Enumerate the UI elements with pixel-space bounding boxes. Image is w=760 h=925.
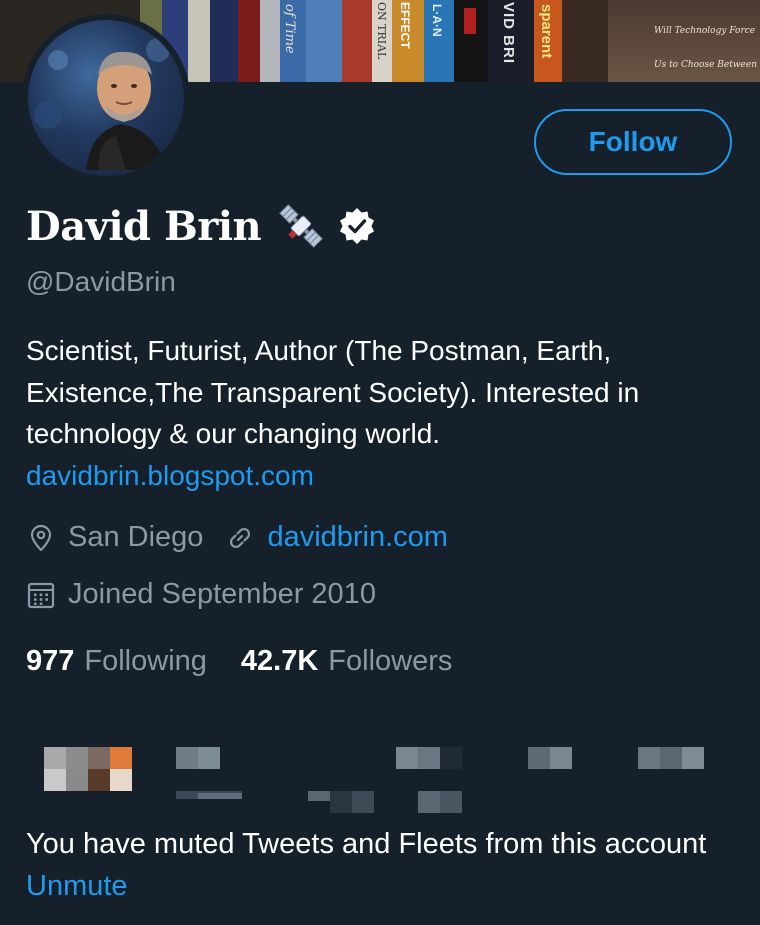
banner-poster-text: Will Technology Force [654, 26, 756, 36]
banner-poster: Will Technology Force Us to Choose Betwe… [608, 0, 760, 82]
banner-poster-text: Us to Choose Between [654, 60, 757, 70]
pixel-block [660, 747, 682, 769]
book-spine: sparent [534, 0, 562, 82]
pixel-block [44, 747, 66, 769]
avatar-photo [28, 20, 184, 176]
pixel-block [44, 769, 66, 791]
pixel-block [396, 747, 418, 769]
pixel-block [638, 747, 660, 769]
pixel-block [418, 747, 440, 769]
profile-joined-date: Joined September 2010 [68, 578, 376, 610]
display-name: David Brin [26, 202, 262, 250]
book-spine: VID BRI [488, 0, 534, 82]
book-spine-text: L·A·N [430, 4, 444, 37]
pixel-block [550, 747, 572, 769]
bio-link[interactable]: davidbrin.blogspot.com [26, 455, 726, 497]
pixel-block [88, 747, 110, 769]
profile-joined-row: Joined September 2010 [26, 578, 376, 611]
pixel-block [440, 791, 462, 813]
book-spine-text: VID BRI [500, 2, 517, 65]
unmute-link[interactable]: Unmute [26, 870, 128, 902]
muted-notice: You have muted Tweets and Fleets from th… [26, 823, 726, 907]
following-stat[interactable]: 977 Following [26, 645, 207, 678]
following-label: Following [84, 645, 207, 677]
book-spine-text: of Time [282, 4, 297, 54]
book-spine [188, 0, 210, 82]
pixel-block [440, 747, 462, 769]
pixel-block [88, 769, 110, 791]
follow-button[interactable]: Follow [534, 109, 732, 175]
satellite-emoji-icon [279, 204, 324, 248]
book-spine-text: ON TRIAL [375, 2, 388, 60]
followers-stat[interactable]: 42.7K Followers [241, 645, 452, 678]
book-spine: of Time [280, 0, 306, 82]
avatar-portrait [34, 38, 170, 170]
calendar-icon [27, 582, 55, 608]
profile-stats: 977 Following 42.7K Followers [26, 645, 452, 678]
profile-bio: Scientist, Futurist, Author (The Postman… [26, 330, 726, 496]
book-spine [454, 0, 488, 82]
book-spine [210, 0, 238, 82]
pixel-block [198, 793, 242, 799]
location-pin-icon [30, 524, 52, 551]
book-spine [238, 0, 260, 82]
book-spine [260, 0, 280, 82]
pixel-block [682, 747, 704, 769]
pixel-block [66, 769, 88, 791]
pixel-block [418, 791, 440, 813]
book-spine: EFFECT [392, 0, 424, 82]
verified-badge-icon [340, 208, 375, 244]
book-spine [342, 0, 372, 82]
following-count: 977 [26, 645, 75, 677]
pixel-block [330, 791, 352, 813]
pixel-block [66, 747, 88, 769]
link-icon [230, 527, 251, 548]
muted-notice-text: You have muted Tweets and Fleets from th… [26, 828, 707, 860]
book-spine-text: EFFECT [398, 2, 412, 49]
pixel-block [352, 791, 374, 813]
book-spine: ON TRIAL [372, 0, 392, 82]
profile-name-row: David Brin [26, 200, 377, 252]
book-spine [306, 0, 342, 82]
pixel-block [198, 747, 220, 769]
spine-mark [464, 8, 476, 34]
profile-meta-row: San Diego davidbrin.com [26, 521, 448, 554]
book-spine-text: sparent [538, 4, 555, 59]
followers-label: Followers [328, 645, 453, 677]
pixel-block [308, 791, 330, 801]
pixel-block [110, 747, 132, 769]
pixel-block [176, 747, 198, 769]
followers-count: 42.7K [240, 645, 319, 677]
pixel-block [110, 769, 132, 791]
book-spine: L·A·N [424, 0, 454, 82]
pixel-block [528, 747, 550, 769]
avatar[interactable] [22, 14, 190, 182]
profile-website-link[interactable]: davidbrin.com [267, 521, 448, 554]
bio-text: Scientist, Futurist, Author (The Postman… [26, 335, 640, 449]
profile-handle: @DavidBrin [26, 266, 176, 297]
book-spine [562, 0, 608, 82]
profile-location: San Diego [68, 521, 204, 553]
